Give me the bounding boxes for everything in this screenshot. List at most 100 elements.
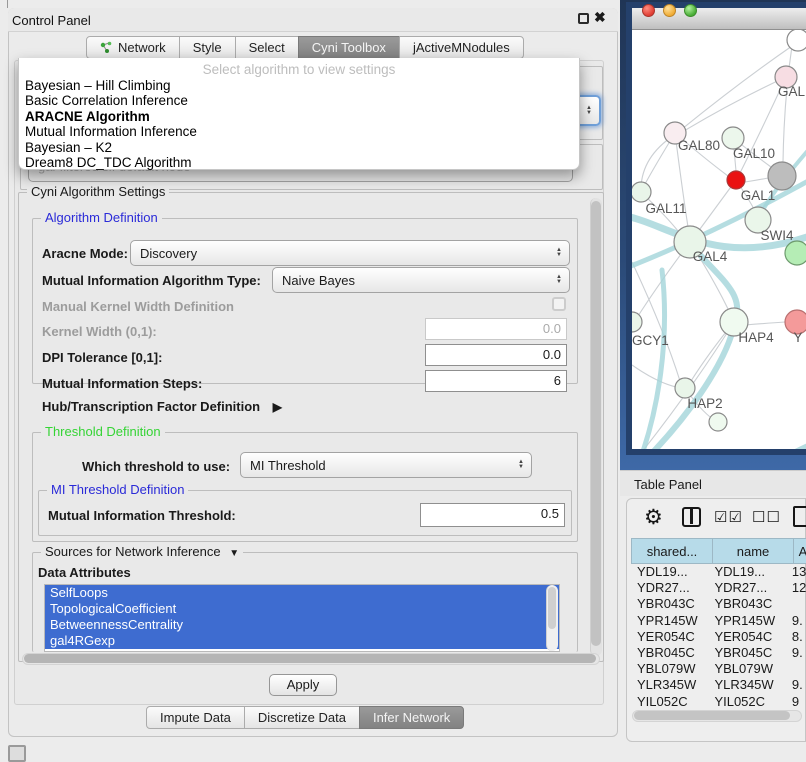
- which-threshold-label: Which threshold to use:: [82, 459, 230, 474]
- aracne-mode-label: Aracne Mode:: [42, 246, 128, 261]
- manual-kernel-checkbox[interactable]: [552, 297, 566, 311]
- table-row[interactable]: YBL079WYBL079W: [632, 661, 806, 677]
- tab-impute-data[interactable]: Impute Data: [146, 706, 245, 729]
- aracne-mode-combobox[interactable]: Discovery ▲▼: [130, 240, 570, 266]
- gear-icon[interactable]: ⚙: [644, 505, 663, 530]
- node-label-hap4: HAP4: [738, 330, 774, 345]
- node-label-swi4: SWI4: [760, 228, 793, 243]
- table-row[interactable]: YDL19...YDL19...13: [632, 564, 806, 580]
- node-label-gal10: GAL10: [733, 146, 775, 161]
- node-unlabeled[interactable]: [709, 413, 727, 431]
- tab-label: Style: [193, 40, 222, 55]
- combo-spinner-icon: ▲▼: [518, 460, 524, 470]
- control-panel-titlebar: [8, 8, 618, 32]
- node-unlabeled[interactable]: [768, 162, 796, 190]
- tab-infer-network[interactable]: Infer Network: [359, 706, 464, 729]
- algorithm-dropdown-list: Select algorithm to view settings Bayesi…: [18, 58, 580, 170]
- tab-label: Impute Data: [160, 710, 231, 725]
- apply-button[interactable]: Apply: [269, 674, 337, 696]
- algorithm-option-basic-correlation-inference[interactable]: Basic Correlation Inference: [22, 93, 576, 108]
- table-hscrollbar-thumb[interactable]: [634, 711, 790, 720]
- node-gcy1[interactable]: [632, 312, 642, 332]
- minimized-panel-icon[interactable]: [8, 745, 26, 762]
- select-all-checkboxes-icon[interactable]: ☑☑: [714, 508, 743, 526]
- algorithm-option-aracne-algorithm[interactable]: ARACNE Algorithm: [22, 109, 576, 124]
- hub-expander[interactable]: Hub/Transcription Factor Definition ▶: [42, 399, 282, 414]
- algorithm-option-dream8-dc-tdc-algorithm[interactable]: Dream8 DC_TDC Algorithm: [22, 155, 576, 170]
- attributes-scrollbar-thumb[interactable]: [548, 587, 556, 629]
- expander-down-arrow-icon: ▼: [229, 548, 239, 559]
- table-row[interactable]: YDR27...YDR27...12: [632, 580, 806, 596]
- cell-value: 12: [787, 580, 806, 596]
- control-panel-tabs: Network Style Select Cyni Toolbox jActiveMNo…: [86, 36, 524, 59]
- table-row[interactable]: YIL052CYIL052C9: [632, 694, 806, 710]
- mi-threshold-field[interactable]: 0.5: [420, 503, 565, 527]
- table-row[interactable]: YPR145WYPR145W9.: [632, 613, 806, 629]
- column-header-a[interactable]: A: [793, 538, 806, 564]
- node-unlabeled[interactable]: [787, 30, 806, 51]
- cell-name: YPR145W: [709, 613, 786, 629]
- tab-discretize-data[interactable]: Discretize Data: [244, 706, 360, 729]
- algorithm-option-bayesian-k2[interactable]: Bayesian – K2: [22, 140, 576, 155]
- table-row[interactable]: YLR345WYLR345W9.: [632, 677, 806, 693]
- tab-network[interactable]: Network: [86, 36, 180, 59]
- network-canvas[interactable]: GALGAL80GAL10GAL1GAL11SWI4GAL4GCY1HAP4YH…: [632, 30, 806, 449]
- table-row[interactable]: YBR043CYBR043C: [632, 596, 806, 612]
- settings-scrollbar-thumb[interactable]: [591, 201, 601, 646]
- threshold-definition-title: Threshold Definition: [41, 424, 165, 439]
- mi-type-combobox[interactable]: Naive Bayes ▲▼: [272, 267, 570, 293]
- dropdown-placeholder: Select algorithm to view settings: [19, 62, 579, 77]
- attribute-item-gal4rgexp[interactable]: gal4RGexp: [45, 633, 559, 649]
- algorithm-option-mutual-information-inference[interactable]: Mutual Information Inference: [22, 124, 576, 139]
- node-gal1[interactable]: [727, 171, 745, 189]
- column-header-shared[interactable]: shared...: [631, 538, 713, 564]
- network-window-titlebar[interactable]: [632, 8, 806, 30]
- node-hap2[interactable]: [675, 378, 695, 398]
- data-attributes-list: SelfLoopsTopologicalCoefficientBetweenne…: [44, 584, 560, 652]
- node-label-gal4: GAL4: [693, 249, 728, 264]
- close-traffic-light-icon[interactable]: [642, 4, 655, 17]
- settings-group-title: Cyni Algorithm Settings: [27, 184, 169, 199]
- column-settings-icon[interactable]: [682, 507, 701, 527]
- cell-value: 9: [787, 694, 806, 710]
- table-row[interactable]: YER054CYER054C8.: [632, 629, 806, 645]
- close-icon[interactable]: ✖: [594, 9, 606, 26]
- algorithm-definition-title: Algorithm Definition: [41, 210, 162, 225]
- table-row[interactable]: YBR045CYBR045C9.: [632, 645, 806, 661]
- attribute-item-selfloops[interactable]: SelfLoops: [45, 585, 559, 601]
- zoom-traffic-light-icon[interactable]: [684, 4, 697, 17]
- mi-steps-field[interactable]: 6: [425, 370, 567, 392]
- cell-name: YDR27...: [709, 580, 786, 596]
- tab-select[interactable]: Select: [235, 36, 299, 59]
- cell-value: 9.: [787, 677, 806, 693]
- function-builder-icon[interactable]: [793, 506, 806, 527]
- edge: [632, 365, 676, 387]
- kernel-width-field[interactable]: 0.0: [425, 318, 567, 340]
- column-header-name[interactable]: name: [712, 538, 794, 564]
- cell-shared-name: YBL079W: [632, 661, 709, 677]
- node-unlabeled[interactable]: [785, 241, 806, 265]
- sources-group-title[interactable]: Sources for Network Inference ▼: [41, 544, 243, 559]
- settings-hscrollbar-thumb[interactable]: [24, 654, 596, 663]
- float-window-icon[interactable]: [578, 13, 589, 24]
- table-panel-title: Table Panel: [634, 477, 702, 492]
- tab-label: Cyni Toolbox: [312, 40, 386, 55]
- cell-shared-name: YLR345W: [632, 677, 709, 693]
- tab-label: Network: [118, 40, 166, 55]
- cell-shared-name: YDR27...: [632, 580, 709, 596]
- cell-shared-name: YBR045C: [632, 645, 709, 661]
- minimize-traffic-light-icon[interactable]: [663, 4, 676, 17]
- attribute-item-betweennesscentrality[interactable]: BetweennessCentrality: [45, 617, 559, 633]
- hub-expander-label: Hub/Transcription Factor Definition: [42, 399, 260, 414]
- node-gal11[interactable]: [632, 182, 651, 202]
- algorithm-option-bayesian-hill-climbing[interactable]: Bayesian – Hill Climbing: [22, 78, 576, 93]
- which-threshold-combobox[interactable]: MI Threshold ▲▼: [240, 452, 532, 478]
- deselect-all-checkboxes-icon[interactable]: ☐☐: [752, 508, 781, 526]
- node-label-gal: GAL: [778, 84, 806, 99]
- tab-label: Select: [249, 40, 285, 55]
- dpi-tolerance-field[interactable]: 0.0: [425, 344, 567, 366]
- attribute-item-topologicalcoefficient[interactable]: TopologicalCoefficient: [45, 601, 559, 617]
- tab-cyni-toolbox[interactable]: Cyni Toolbox: [298, 36, 400, 59]
- tab-jactivemnodules[interactable]: jActiveMNodules: [399, 36, 524, 59]
- tab-style[interactable]: Style: [179, 36, 236, 59]
